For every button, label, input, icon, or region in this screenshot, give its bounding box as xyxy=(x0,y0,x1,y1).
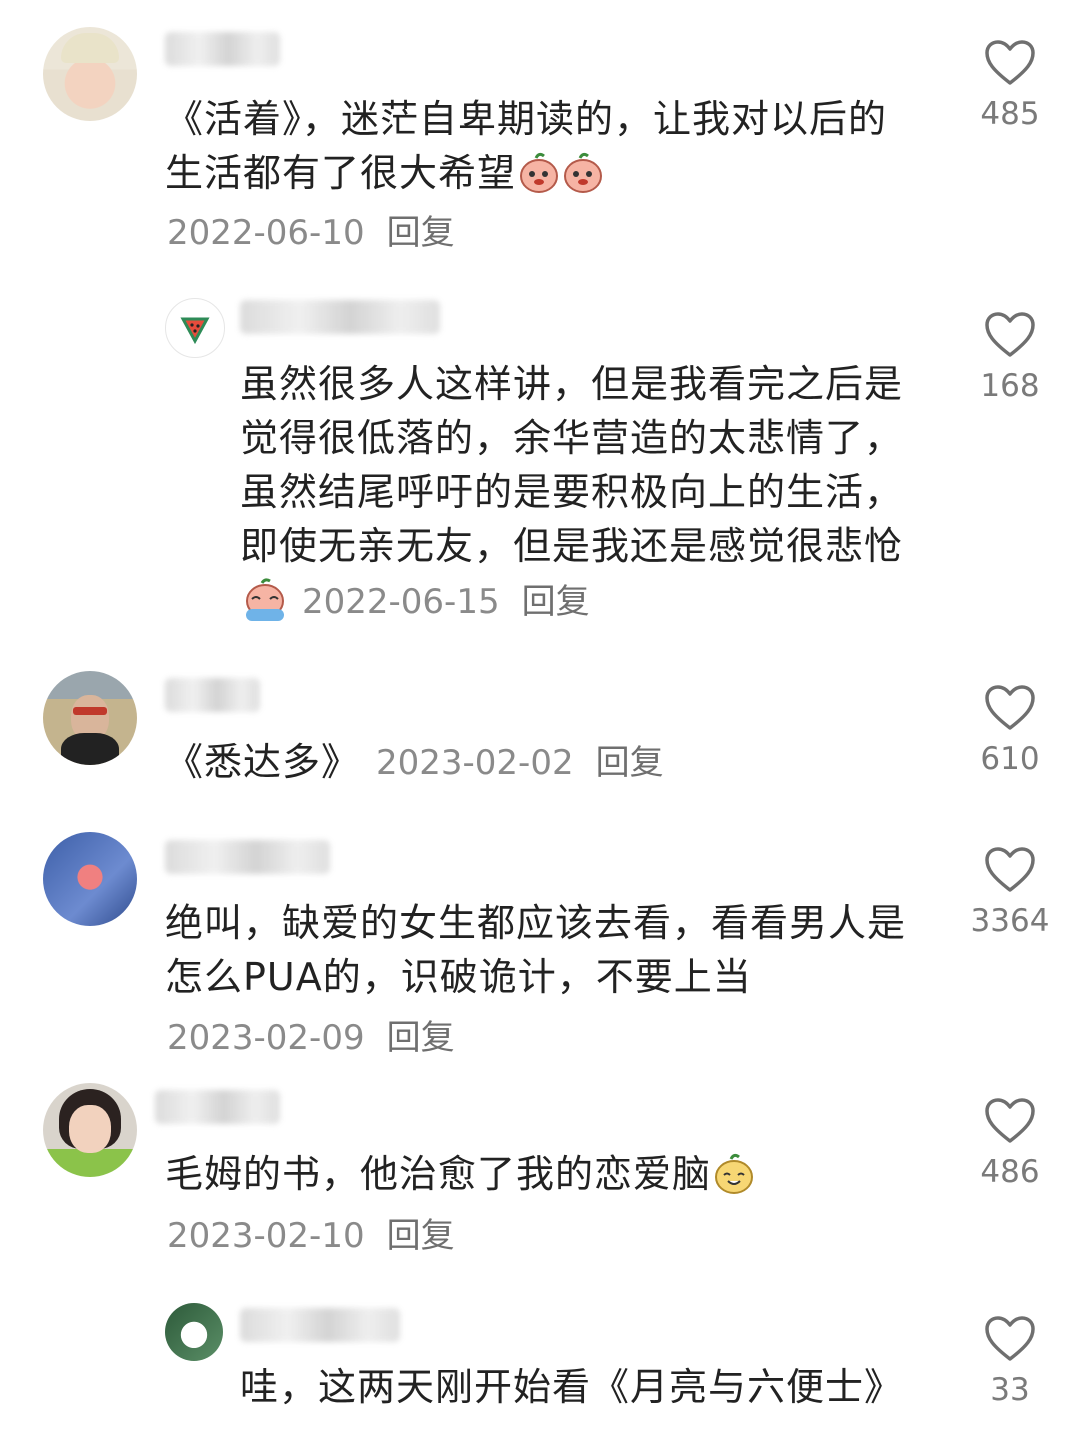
like-count: 485 xyxy=(980,96,1040,132)
username[interactable] xyxy=(155,1090,280,1124)
like-count: 486 xyxy=(980,1154,1040,1190)
comment-meta: 2022-06-15 回复 xyxy=(240,577,590,623)
heart-outline-icon xyxy=(985,40,1035,85)
heart-outline-icon xyxy=(985,1098,1035,1143)
comment-meta: 2023-02-02 回复 xyxy=(376,743,664,783)
comment-date: 2023-02-09 xyxy=(167,1018,365,1058)
like-button[interactable]: 486 xyxy=(965,1098,1055,1190)
avatar[interactable] xyxy=(43,27,137,121)
comment-date: 2022-06-15 xyxy=(302,582,500,622)
avatar[interactable] xyxy=(43,832,137,926)
like-button[interactable]: 485 xyxy=(965,40,1055,132)
comment-text: 毛姆的书，他治愈了我的恋爱脑 xyxy=(165,1147,755,1201)
like-button[interactable]: 33 xyxy=(965,1316,1055,1408)
comment-text: 哇，这两天刚开始看《月亮与六便士》 xyxy=(240,1365,904,1409)
comment-meta: 2022-06-10 回复 xyxy=(167,213,455,253)
comment-meta: 2023-02-09 回复 xyxy=(167,1018,455,1058)
avatar[interactable] xyxy=(165,298,225,358)
comment-meta: 2023-02-10 回复 xyxy=(167,1216,455,1256)
peach-emoji-icon xyxy=(562,150,604,194)
reply-button[interactable]: 回复 xyxy=(387,1018,455,1058)
reply-button[interactable]: 回复 xyxy=(387,1216,455,1256)
like-button[interactable]: 3364 xyxy=(965,847,1055,939)
reply-button[interactable]: 回复 xyxy=(522,582,590,622)
username[interactable] xyxy=(240,300,440,334)
avatar[interactable] xyxy=(165,1303,223,1361)
like-count: 610 xyxy=(980,741,1040,777)
heart-outline-icon xyxy=(985,847,1035,892)
like-button[interactable]: 168 xyxy=(965,312,1055,404)
like-count: 3364 xyxy=(970,903,1050,939)
like-count: 168 xyxy=(980,368,1040,404)
comment-date: 2022-06-10 xyxy=(167,213,365,253)
peach-emoji-icon xyxy=(518,150,560,194)
comment-text: 《活着》，迷茫自卑期读的，让我对以后的生活都有了很大希望 xyxy=(165,97,888,195)
username[interactable] xyxy=(240,1308,400,1342)
heart-outline-icon xyxy=(985,1316,1035,1361)
avatar[interactable] xyxy=(43,671,137,765)
reply-button[interactable]: 回复 xyxy=(387,213,455,253)
reply-button[interactable]: 回复 xyxy=(596,743,664,783)
happy-emoji-icon xyxy=(713,1151,755,1195)
heart-outline-icon xyxy=(985,312,1035,357)
comment-date: 2023-02-10 xyxy=(167,1216,365,1256)
crying-emoji-icon xyxy=(242,577,288,623)
comment-date: 2023-02-02 xyxy=(376,743,574,783)
like-button[interactable]: 610 xyxy=(965,685,1055,777)
username[interactable] xyxy=(165,32,280,66)
like-count: 33 xyxy=(990,1372,1030,1408)
comment-text: 虽然很多人这样讲，但是我看完之后是觉得很低落的，余华营造的太悲情了，虽然结尾呼吁… xyxy=(240,362,904,568)
watermelon-icon xyxy=(180,317,210,345)
username[interactable] xyxy=(165,678,260,712)
avatar[interactable] xyxy=(43,1083,137,1177)
comment-text: 绝叫，缺爱的女生都应该去看，看看男人是怎么PUA的，识破诡计，不要上当 xyxy=(165,901,907,999)
username[interactable] xyxy=(165,840,330,874)
heart-outline-icon xyxy=(985,685,1035,730)
comment-text: 《悉达多》 xyxy=(165,740,361,784)
